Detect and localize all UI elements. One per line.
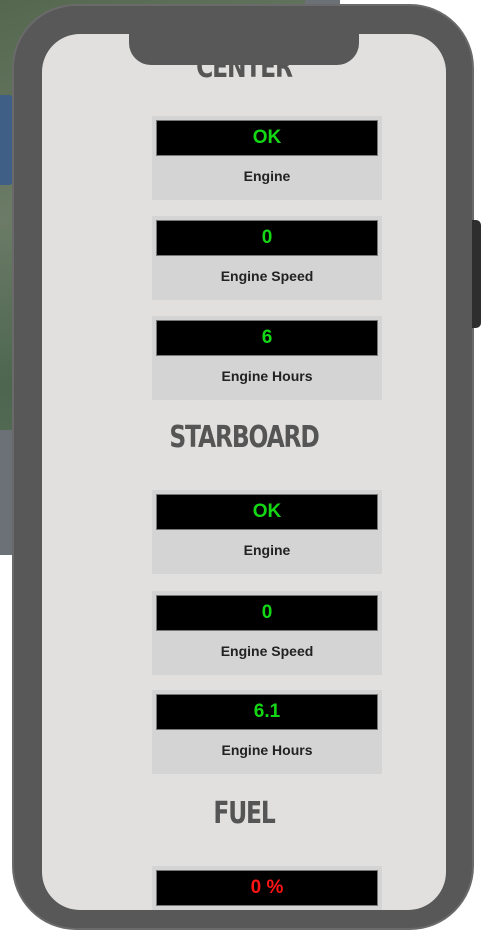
phone-side-button <box>472 220 481 328</box>
metric-label: Engine Speed <box>220 268 314 284</box>
phone-screen[interactable]: CENTER OK Engine 0 Engine Speed 6 Engine… <box>42 34 446 910</box>
metric-value: 6.1 <box>156 694 378 730</box>
metric-card-center-engine-speed: 0 Engine Speed <box>152 216 382 300</box>
metric-value: 0 % <box>156 870 378 906</box>
metric-label: Engine <box>243 542 291 558</box>
metric-value: OK <box>156 120 378 156</box>
metric-label: Engine <box>243 168 291 184</box>
section-title-starboard: STARBOARD <box>169 420 319 455</box>
metric-card-starboard-engine-hours: 6.1 Engine Hours <box>152 690 382 774</box>
section-title-fuel: FUEL <box>213 796 275 831</box>
metric-value: 0 <box>156 220 378 256</box>
metric-value: 0 <box>156 595 378 631</box>
metric-card-center-engine: OK Engine <box>152 116 382 200</box>
metric-card-starboard-engine-speed: 0 Engine Speed <box>152 591 382 675</box>
metric-card-fuel-level: 0 % <box>152 866 382 910</box>
metric-value: OK <box>156 494 378 530</box>
phone-notch <box>129 34 359 65</box>
metric-label: Engine Hours <box>221 742 313 758</box>
metric-value: 6 <box>156 320 378 356</box>
metric-label: Engine Hours <box>221 368 313 384</box>
metric-label: Engine Speed <box>220 643 314 659</box>
metric-card-center-engine-hours: 6 Engine Hours <box>152 316 382 400</box>
metric-card-starboard-engine: OK Engine <box>152 490 382 574</box>
